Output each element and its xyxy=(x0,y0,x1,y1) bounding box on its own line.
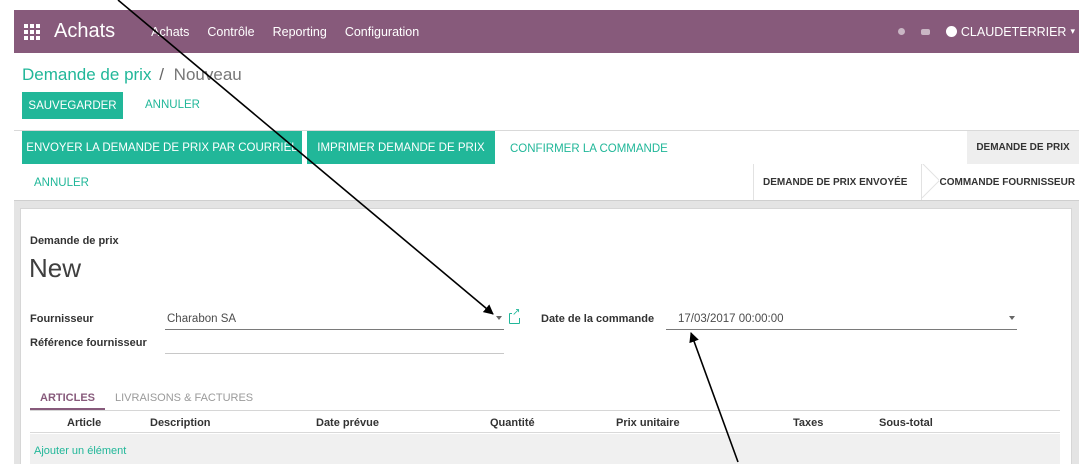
stage-rfq[interactable]: DEMANDE DE PRIX xyxy=(967,131,1079,164)
stage-purchase-order[interactable]: COMMANDE FOURNISSEUR xyxy=(939,177,1075,188)
control-panel: Demande de prix / Nouveau SAUVEGARDER AN… xyxy=(14,53,1079,131)
user-name: CLAUDETERRIER xyxy=(960,24,1067,39)
document-type-label: Demande de prix xyxy=(30,235,119,247)
cancel-button[interactable]: ANNULER xyxy=(34,177,89,189)
main-menu: Achats Contrôle Reporting Configuration xyxy=(151,25,419,39)
stage-rfq-sent[interactable]: DEMANDE DE PRIX ENVOYÉE xyxy=(763,177,907,188)
tab-articles[interactable]: ARTICLES xyxy=(30,387,105,410)
add-line-link[interactable]: Ajouter un élément xyxy=(34,445,126,457)
external-link-icon[interactable] xyxy=(509,308,521,324)
print-rfq-button[interactable]: IMPRIMER DEMANDE DE PRIX xyxy=(307,131,495,164)
menu-item-reporting[interactable]: Reporting xyxy=(273,25,327,39)
send-by-email-button[interactable]: ENVOYER LA DEMANDE DE PRIX PAR COURRIEL xyxy=(22,131,302,164)
column-header-article: Article xyxy=(67,417,102,429)
document-name: New xyxy=(29,253,82,283)
order-date-value: 17/03/2017 00:00:00 xyxy=(678,313,784,325)
column-header-scheduled-date: Date prévue xyxy=(316,417,379,429)
form-sheet: Demande de prix New Fournisseur Charabon… xyxy=(20,208,1072,464)
menu-item-achats[interactable]: Achats xyxy=(151,25,189,39)
add-line-row: Ajouter un élément xyxy=(30,434,1060,464)
vendor-label: Fournisseur xyxy=(30,313,94,325)
column-header-taxes: Taxes xyxy=(793,417,824,429)
save-button[interactable]: SAUVEGARDER xyxy=(22,92,123,119)
breadcrumb-parent[interactable]: Demande de prix xyxy=(22,65,151,84)
column-header-quantity: Quantité xyxy=(490,417,535,429)
activity-icon[interactable] xyxy=(897,28,905,35)
navbar-systray: CLAUDETERRIER ▾ xyxy=(897,24,1075,39)
breadcrumb-separator: / xyxy=(159,65,164,84)
vendor-reference-field[interactable] xyxy=(165,335,504,354)
stage-row: DEMANDE DE PRIX ENVOYÉE COMMANDE FOURNIS… xyxy=(753,164,1079,200)
order-date-label: Date de la commande xyxy=(541,313,655,325)
breadcrumb-current: Nouveau xyxy=(173,65,242,84)
column-header-unit-price: Prix unitaire xyxy=(616,417,680,429)
menu-item-controle[interactable]: Contrôle xyxy=(207,25,254,39)
user-menu[interactable]: CLAUDETERRIER ▾ xyxy=(945,24,1075,39)
chevron-down-icon: ▾ xyxy=(1070,26,1075,36)
top-navbar: Achats Achats Contrôle Reporting Configu… xyxy=(14,10,1079,53)
column-header-description: Description xyxy=(150,417,211,429)
order-date-field[interactable]: 17/03/2017 00:00:00 xyxy=(666,311,1017,330)
statusbar: ENVOYER LA DEMANDE DE PRIX PAR COURRIEL … xyxy=(14,131,1079,201)
stage-chevron xyxy=(921,164,939,200)
order-lines-header: Article Description Date prévue Quantité… xyxy=(30,413,1060,433)
vendor-reference-label: Référence fournisseur xyxy=(30,337,147,349)
vendor-field[interactable]: Charabon SA xyxy=(165,311,504,330)
avatar xyxy=(945,26,957,37)
chevron-down-icon[interactable] xyxy=(1009,316,1015,320)
tab-deliveries-invoices[interactable]: LIVRAISONS & FACTURES xyxy=(105,387,263,410)
discard-button[interactable]: ANNULER xyxy=(145,99,200,111)
menu-item-configuration[interactable]: Configuration xyxy=(345,25,419,39)
column-header-subtotal: Sous-total xyxy=(879,417,933,429)
apps-menu-icon[interactable] xyxy=(24,23,40,40)
vendor-value: Charabon SA xyxy=(167,313,237,325)
chevron-down-icon[interactable] xyxy=(496,316,502,320)
notebook-tabs: ARTICLES LIVRAISONS & FACTURES xyxy=(30,387,1060,411)
breadcrumb: Demande de prix / Nouveau xyxy=(22,65,242,85)
chat-icon[interactable] xyxy=(920,28,930,35)
app-title: Achats xyxy=(54,20,116,42)
confirm-order-button[interactable]: CONFIRMER LA COMMANDE xyxy=(510,143,668,155)
